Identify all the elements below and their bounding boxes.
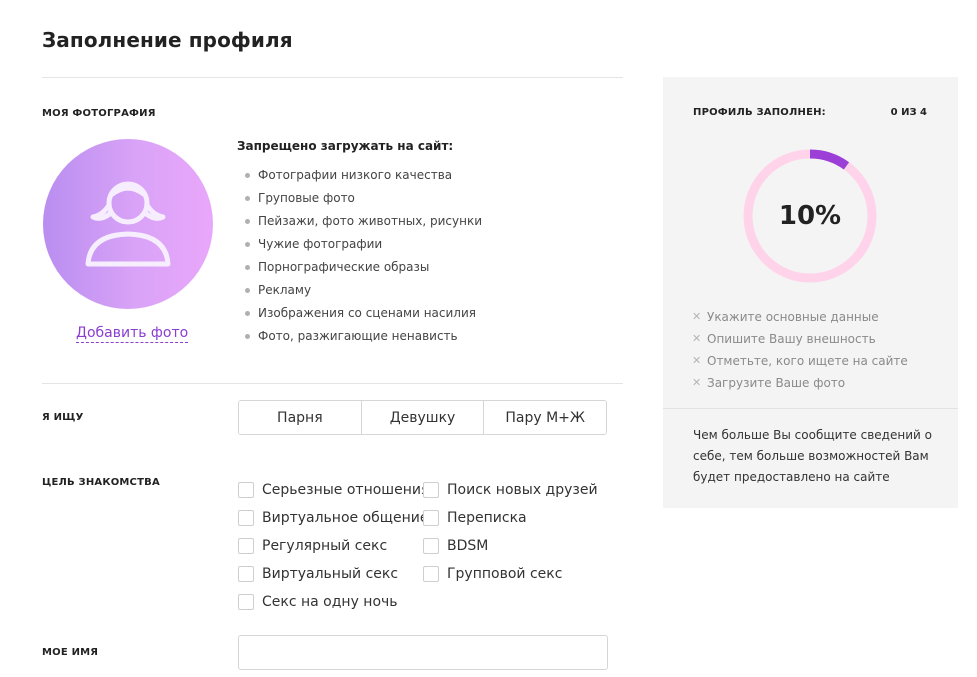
goal-option-label: BDSM: [447, 538, 489, 554]
upload-rule-item: Изображения со сценами насилия: [245, 304, 482, 327]
panel-divider: [663, 408, 958, 409]
profile-task-label: Опишите Вашу внешность: [707, 332, 876, 346]
goal-option-serious[interactable]: Серьезные отношения: [238, 476, 429, 504]
checkbox[interactable]: [423, 482, 439, 498]
cross-icon: ✕: [692, 310, 702, 323]
goal-option-virtual[interactable]: Виртуальный секс: [238, 560, 429, 588]
checkbox[interactable]: [238, 594, 254, 610]
progress-count: 0 ИЗ 4: [890, 107, 927, 118]
goal-option-virtual-chat[interactable]: Виртуальное общение: [238, 504, 429, 532]
checkbox[interactable]: [238, 482, 254, 498]
profile-task-label: Отметьте, кого ищете на сайте: [707, 354, 908, 368]
checkbox[interactable]: [238, 566, 254, 582]
goal-option-regular[interactable]: Регулярный секс: [238, 532, 429, 560]
profile-task-label: Укажите основные данные: [707, 310, 879, 324]
goal-option-label: Групповой секс: [447, 566, 563, 582]
profile-progress-panel: ПРОФИЛЬ ЗАПОЛНЕН: 0 ИЗ 4 10% ✕ Укажите ос…: [663, 77, 958, 508]
seeking-option-woman[interactable]: Девушку: [361, 401, 485, 434]
upload-rule-item: Груповые фото: [245, 189, 482, 212]
goal-label: ЦЕЛЬ ЗНАКОМСТВА: [42, 477, 160, 488]
progress-note: Чем больше Вы сообщите сведений о себе, …: [693, 428, 932, 484]
goal-option-friends[interactable]: Поиск новых друзей: [423, 476, 598, 504]
name-input[interactable]: [238, 635, 608, 670]
profile-task-item: ✕ Укажите основные данные: [692, 306, 908, 328]
goal-column-left: Серьезные отношения Виртуальное общение …: [238, 476, 429, 616]
upload-rule-item: Рекламу: [245, 281, 482, 304]
goal-option-correspondence[interactable]: Переписка: [423, 504, 598, 532]
progress-percent: 10%: [778, 201, 842, 231]
cross-icon: ✕: [692, 332, 702, 345]
checkbox[interactable]: [238, 538, 254, 554]
profile-task-item: ✕ Загрузите Ваше фото: [692, 372, 908, 394]
upload-rule-item: Фото, разжигающие ненависть: [245, 327, 482, 350]
goal-option-label: Серьезные отношения: [262, 482, 430, 498]
add-photo-link[interactable]: Добавить фото: [76, 325, 189, 343]
upload-rules-list: Фотографии низкого качества Груповые фот…: [245, 166, 482, 350]
goal-option-bdsm[interactable]: BDSM: [423, 532, 598, 560]
goal-option-label: Переписка: [447, 510, 527, 526]
photo-divider: [42, 383, 623, 384]
upload-rule-item: Фотографии низкого качества: [245, 166, 482, 189]
checkbox[interactable]: [238, 510, 254, 526]
goal-option-one-night[interactable]: Секс на одну ночь: [238, 588, 429, 616]
goal-option-label: Виртуальное общение: [262, 510, 429, 526]
seeking-option-man[interactable]: Парня: [239, 401, 362, 434]
profile-tasks-list: ✕ Укажите основные данные ✕ Опишите Вашу в…: [692, 306, 908, 394]
goal-option-group[interactable]: Групповой секс: [423, 560, 598, 588]
goal-option-label: Регулярный секс: [262, 538, 388, 554]
progress-heading: ПРОФИЛЬ ЗАПОЛНЕН:: [693, 107, 826, 118]
seeking-label: Я ИЩУ: [42, 412, 84, 423]
page-title: Заполнение профиля: [42, 28, 293, 52]
checkbox[interactable]: [423, 510, 439, 526]
goal-column-right: Поиск новых друзей Переписка BDSM Группо…: [423, 476, 598, 588]
upload-rule-item: Порнографические образы: [245, 258, 482, 281]
avatar-placeholder[interactable]: [43, 139, 213, 309]
profile-task-item: ✕ Опишите Вашу внешность: [692, 328, 908, 350]
name-label: МОЕ ИМЯ: [42, 647, 99, 658]
upload-rule-item: Чужие фотографии: [245, 235, 482, 258]
female-user-icon: [85, 181, 171, 267]
goal-option-label: Виртуальный секс: [262, 566, 399, 582]
checkbox[interactable]: [423, 566, 439, 582]
profile-task-item: ✕ Отметьте, кого ищете на сайте: [692, 350, 908, 372]
upload-rule-item: Пейзажи, фото животных, рисунки: [245, 212, 482, 235]
seeking-option-couple[interactable]: Пару М+Ж: [484, 401, 606, 434]
cross-icon: ✕: [692, 376, 702, 389]
checkbox[interactable]: [423, 538, 439, 554]
profile-task-label: Загрузите Ваше фото: [707, 376, 846, 390]
upload-rules-title: Запрещено загружать на сайт:: [237, 139, 454, 153]
header-divider: [42, 77, 623, 78]
cross-icon: ✕: [692, 354, 702, 367]
goal-option-label: Секс на одну ночь: [262, 594, 398, 610]
goal-option-label: Поиск новых друзей: [447, 482, 598, 498]
photo-section-label: МОЯ ФОТОГРАФИЯ: [42, 108, 156, 119]
seeking-toggle-group: Парня Девушку Пару М+Ж: [238, 400, 607, 435]
